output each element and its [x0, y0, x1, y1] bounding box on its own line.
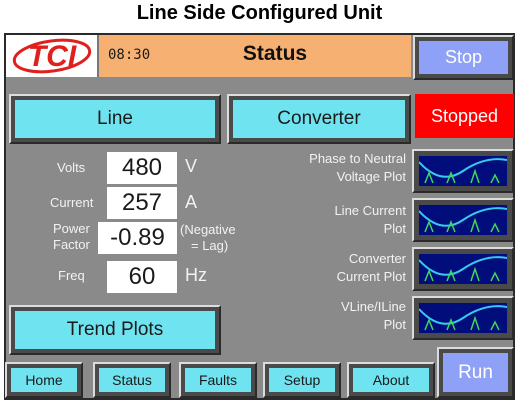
plot-label-converter-current: Converter Current Plot: [240, 250, 406, 286]
current-unit: A: [185, 192, 198, 212]
volts-value: 480: [107, 152, 177, 184]
waveform-thumbnail-icon: [419, 254, 507, 284]
vline-iline-plot-button[interactable]: [412, 296, 514, 340]
waveform-thumbnail-icon: [419, 156, 507, 186]
converter-button-label: Converter: [233, 100, 405, 138]
nav-faults-label: Faults: [185, 368, 251, 392]
plot-label-phase-neutral: Phase to Neutral Voltage Plot: [240, 150, 406, 186]
plot-label-line1: Line Current: [334, 203, 406, 218]
nav-faults-button[interactable]: Faults: [179, 362, 257, 398]
phase-voltage-plot-button[interactable]: [412, 149, 514, 193]
plot-label-line-current: Line Current Plot: [240, 202, 406, 238]
page-title: Line Side Configured Unit: [136, 2, 383, 24]
converter-current-plot-button[interactable]: [412, 247, 514, 291]
volts-unit: V: [185, 156, 198, 176]
line-current-plot-button[interactable]: [412, 198, 514, 242]
screen-title: Status: [242, 42, 308, 65]
plot-label-vline-iline: VLine/ILine Plot: [240, 298, 406, 334]
plot-label-line1: VLine/ILine: [340, 299, 406, 314]
line-button-label: Line: [15, 100, 215, 138]
nav-about-label: About: [353, 368, 429, 392]
nav-home-label: Home: [11, 368, 77, 392]
run-button-label: Run: [443, 353, 508, 392]
volts-label: Volts: [57, 160, 86, 175]
power-factor-note-line2: = Lag): [191, 238, 229, 253]
freq-value: 60: [107, 261, 177, 293]
nav-status-button[interactable]: Status: [93, 362, 171, 398]
nav-home-button[interactable]: Home: [5, 362, 83, 398]
nav-status-label: Status: [99, 368, 165, 392]
current-value: 257: [107, 187, 177, 219]
nav-setup-button[interactable]: Setup: [263, 362, 341, 398]
status-indicator: Stopped: [415, 94, 514, 138]
power-factor-value: -0.89: [98, 222, 177, 254]
plot-label-line2: Current Plot: [336, 269, 406, 284]
tci-logo: TCI: [6, 35, 99, 77]
freq-unit: Hz: [185, 265, 207, 285]
plot-label-line2: Voltage Plot: [336, 169, 406, 184]
plot-label-line2: Plot: [383, 317, 406, 332]
power-factor-label-line2: Factor: [53, 237, 90, 252]
waveform-thumbnail-icon: [419, 205, 507, 235]
current-label: Current: [50, 195, 94, 210]
power-factor-note-line1: (Negative: [180, 222, 236, 237]
converter-button[interactable]: Converter: [227, 94, 411, 144]
power-factor-label-line1: Power: [53, 221, 90, 236]
plot-label-line2: Plot: [383, 221, 406, 236]
stop-button[interactable]: Stop: [413, 35, 514, 80]
stop-button-label: Stop: [419, 41, 508, 74]
nav-about-button[interactable]: About: [347, 362, 435, 398]
waveform-thumbnail-icon: [419, 303, 507, 333]
clock: 08:30: [108, 47, 151, 63]
freq-label: Freq: [58, 268, 85, 283]
line-button[interactable]: Line: [9, 94, 221, 144]
run-button[interactable]: Run: [437, 347, 514, 398]
logo-text: TCI: [28, 40, 77, 73]
plot-label-line1: Converter: [348, 251, 406, 266]
trend-plots-button-label: Trend Plots: [15, 311, 215, 349]
plot-label-line1: Phase to Neutral: [309, 151, 406, 166]
trend-plots-button[interactable]: Trend Plots: [9, 305, 221, 355]
nav-setup-label: Setup: [269, 368, 335, 392]
tci-logo-icon: TCI: [12, 38, 92, 74]
